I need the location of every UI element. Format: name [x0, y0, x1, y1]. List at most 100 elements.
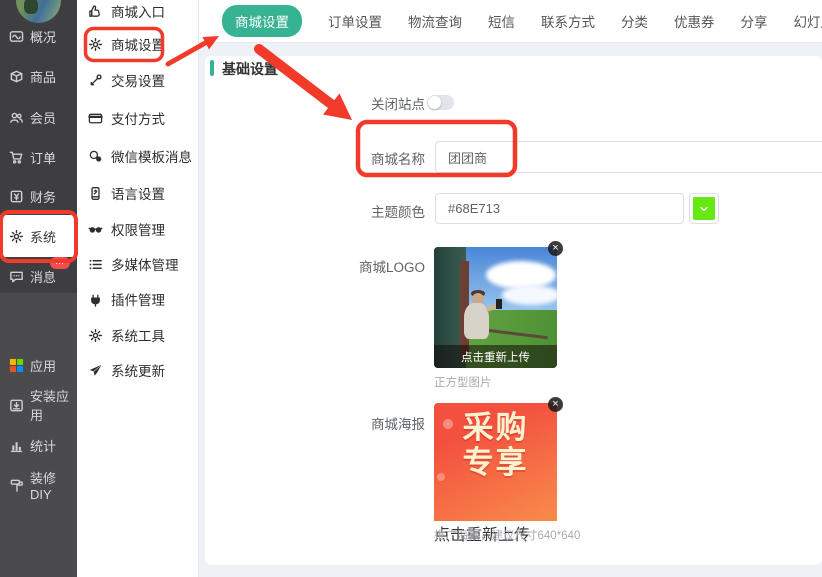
tab-order-settings[interactable]: 订单设置 — [328, 11, 382, 31]
theme-color-input[interactable] — [435, 193, 684, 224]
sidebar-item-label: 应用 — [30, 356, 56, 375]
goods-icon — [9, 69, 24, 84]
section-accent-bar — [210, 60, 214, 76]
tab-logistics-query[interactable]: 物流查询 — [408, 11, 462, 31]
logo-caption: 正方型图片 — [434, 374, 492, 390]
submenu-item-language-settings[interactable]: 语言设置 — [77, 182, 199, 204]
install-app-icon — [9, 398, 24, 413]
wrench-icon — [88, 73, 103, 88]
overview-icon — [9, 29, 24, 44]
orders-cart-icon — [9, 150, 24, 165]
submenu-item-label: 商城设置 — [111, 34, 165, 54]
close-site-label: 关闭站点 — [315, 93, 425, 113]
sidebar-item-label: 概况 — [30, 27, 56, 46]
theme-color-picker-button[interactable] — [689, 193, 719, 224]
submenu-item-plugin-management[interactable]: 插件管理 — [77, 288, 199, 310]
submenu-item-system-update[interactable]: 系统更新 — [77, 359, 199, 381]
tab-mall-settings[interactable]: 商城设置 — [222, 5, 302, 37]
plugin-icon — [88, 292, 103, 307]
sidebar-item-overview[interactable]: 概况 — [0, 23, 77, 49]
sidebar-item-orders[interactable]: 订单 — [0, 144, 77, 170]
sidebar-item-label: 消息 — [30, 267, 56, 286]
wechat-icon — [88, 149, 103, 164]
tab-category[interactable]: 分类 — [621, 11, 648, 31]
gear-icon — [88, 328, 103, 343]
tab-coupon[interactable]: 优惠券 — [674, 11, 715, 31]
remove-logo-button[interactable]: × — [548, 241, 563, 256]
submenu-item-label: 语言设置 — [111, 183, 165, 203]
submenu-item-mall-settings[interactable]: 商城设置 — [77, 33, 199, 55]
gear-icon — [88, 37, 103, 52]
finance-icon — [9, 189, 24, 204]
message-icon — [9, 269, 24, 284]
settings-tab-bar: 商城设置 订单设置 物流查询 短信 联系方式 分类 优惠券 分享 幻灯片 广告 — [199, 0, 822, 43]
credit-card-icon — [88, 111, 103, 126]
mall-logo-label: 商城LOGO — [315, 256, 425, 276]
sidebar-item-finance[interactable]: 财务 — [0, 183, 77, 209]
submenu-item-label: 交易设置 — [111, 70, 165, 90]
gear-icon — [9, 229, 24, 244]
submenu-item-label: 支付方式 — [111, 108, 165, 128]
paint-roller-icon — [9, 478, 24, 493]
tab-slideshow[interactable]: 幻灯片 — [794, 11, 822, 31]
close-site-toggle[interactable] — [427, 95, 454, 110]
phone-language-icon — [88, 186, 103, 201]
basic-settings-panel: 基础设置 关闭站点 商城名称 主题颜色 商城LOGO × 点击重新上传 正方型图… — [205, 56, 822, 565]
mall-poster-image: 采购 专享 — [434, 403, 557, 521]
submenu-item-label: 系统工具 — [111, 325, 165, 345]
sidebar-item-label: 商品 — [30, 67, 56, 86]
mall-poster-label: 商城海报 — [315, 413, 425, 433]
chevron-down-icon — [698, 203, 710, 215]
remove-poster-button[interactable]: × — [548, 397, 563, 412]
stats-icon — [9, 438, 24, 453]
submenu-item-label: 商城入口 — [111, 1, 165, 21]
sidebar-item-label: 订单 — [30, 148, 56, 167]
sidebar-item-install-apps[interactable]: 安装应用 — [0, 392, 77, 418]
members-icon — [9, 110, 24, 125]
tab-contact[interactable]: 联系方式 — [541, 11, 595, 31]
submenu-item-mall-entry[interactable]: 商城入口 — [77, 0, 199, 22]
tab-sms[interactable]: 短信 — [488, 11, 515, 31]
sidebar-item-apps[interactable]: 应用 — [0, 352, 77, 378]
submenu-item-label: 系统更新 — [111, 360, 165, 380]
submenu-item-trade-settings[interactable]: 交易设置 — [77, 69, 199, 91]
submenu-item-system-tools[interactable]: 系统工具 — [77, 324, 199, 346]
mall-name-input[interactable] — [435, 141, 822, 173]
submenu-item-label: 微信模板消息 — [111, 146, 192, 166]
submenu-item-label: 权限管理 — [111, 219, 165, 239]
mall-poster-upload[interactable]: 采购 专享 点击重新上传 — [434, 403, 557, 545]
submenu-item-label: 多媒体管理 — [111, 254, 179, 274]
toggle-knob — [428, 96, 441, 109]
submenu-item-payment-methods[interactable]: 支付方式 — [77, 107, 199, 129]
submenu-item-media-management[interactable]: 多媒体管理 — [77, 253, 199, 275]
poster-text-line2: 专享 — [434, 446, 557, 481]
sidebar-item-goods[interactable]: 商品 — [0, 63, 77, 89]
paper-plane-icon — [88, 363, 103, 378]
settings-submenu: 商城入口 商城设置 交易设置 支付方式 微信模板消息 语言设置 权限管理 多媒体… — [77, 0, 199, 577]
reupload-overlay[interactable]: 点击重新上传 — [434, 345, 557, 368]
sidebar-item-members[interactable]: 会员 — [0, 104, 77, 130]
tab-share[interactable]: 分享 — [741, 11, 768, 31]
submenu-item-permission-management[interactable]: 权限管理 — [77, 218, 199, 240]
messages-badge: … — [50, 257, 70, 269]
section-title: 基础设置 — [222, 59, 278, 79]
sidebar-item-statistics[interactable]: 统计 — [0, 432, 77, 458]
submenu-item-label: 插件管理 — [111, 289, 165, 309]
poster-text-line1: 采购 — [434, 411, 557, 446]
sidebar-item-label: 系统 — [30, 227, 56, 246]
sidebar-item-label: 安装应用 — [30, 386, 77, 424]
submenu-item-wechat-template-messages[interactable]: 微信模板消息 — [77, 145, 199, 167]
avatar[interactable] — [16, 0, 61, 23]
sidebar-item-label: 装修DIY — [30, 468, 77, 502]
sidebar-item-decorate-diy[interactable]: 装修DIY — [0, 472, 77, 498]
glasses-icon — [88, 222, 103, 237]
sidebar-item-system[interactable]: 系统 — [0, 215, 77, 257]
theme-color-label: 主题颜色 — [315, 201, 425, 221]
sidebar-item-label: 统计 — [30, 436, 56, 455]
sidebar-item-label: 会员 — [30, 108, 56, 127]
list-icon — [88, 257, 103, 272]
mall-logo-upload[interactable]: 点击重新上传 — [434, 247, 557, 368]
sidebar-item-label: 财务 — [30, 187, 56, 206]
mall-name-label: 商城名称 — [315, 148, 425, 168]
main-sidebar: 概况 商品 会员 订单 财务 系统 消息 … 应用 安装应用 统计 装修DIY — [0, 0, 77, 577]
